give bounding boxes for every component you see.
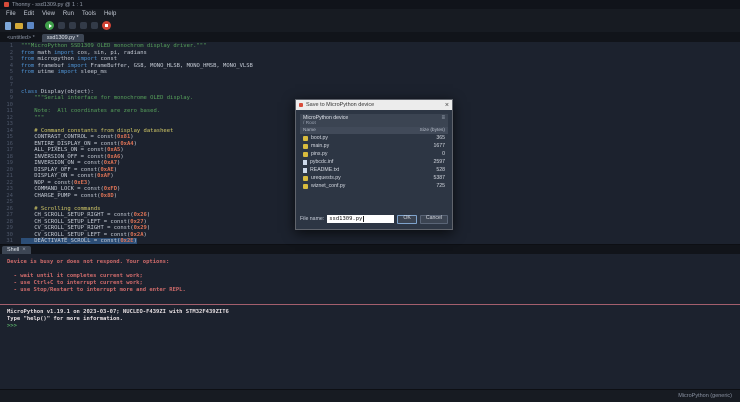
python-file-icon [303,151,308,157]
step-over-icon[interactable] [69,22,76,29]
shell-line: - wait until it completes current work; [7,273,143,279]
column-name: Name [303,128,316,133]
file-name-input[interactable]: ssd1309.py [327,215,395,223]
shell-separator [0,304,740,305]
thonny-dialog-icon [299,103,303,107]
shell-output[interactable]: Device is busy or does not respond. Your… [0,254,740,389]
file-name-label: File name: [300,216,325,222]
file-size: 1677 [433,143,445,149]
python-file-icon [303,135,308,141]
cancel-button[interactable]: Cancel [419,214,448,224]
file-name-value: ssd1309.py [329,216,363,222]
menu-view[interactable]: View [38,11,59,17]
dialog-body: MicroPython device ≡ / Root Name Size (b… [296,110,452,229]
shell-line: - use Ctrl+C to interrupt current work; [7,280,143,286]
separator [38,25,41,26]
shell-tab-bar: Shell × [0,245,740,254]
new-file-icon[interactable] [5,21,11,30]
save-icon[interactable] [27,22,34,29]
file-list: boot.py 365 main.py 1677 pins.py 0 pybcdc.inf 2… [300,134,448,210]
debug-icon[interactable] [58,22,65,29]
file-size: 528 [436,167,445,173]
file-list-header: Name Size (bytes) [300,127,448,134]
file-size: 0 [442,151,445,157]
shell-line: - use Stop/Restart to interrupt more and… [7,287,186,293]
step-out-icon[interactable] [91,22,98,29]
file-icon [303,167,307,173]
window-title: Thonny - ssd1309.py @ 1 : 1 [12,1,83,8]
tab-shell[interactable]: Shell × [2,246,31,254]
python-file-icon [303,175,308,181]
open-folder-icon[interactable] [15,22,23,29]
shell-line: MicroPython v1.19.1 on 2023-03-07; NUCLE… [7,309,229,315]
stop-icon[interactable] [102,21,111,30]
shell-gap [7,294,733,301]
hamburger-menu-icon[interactable]: ≡ [441,115,445,121]
file-name: boot.py [311,135,329,141]
python-file-icon [303,143,308,149]
device-path: / Root [303,121,316,126]
dialog-title: Save to MicroPython device [306,102,375,108]
file-row[interactable]: boot.py 365 [300,134,448,142]
file-name: main.py [311,143,330,149]
file-row[interactable]: pins.py 0 [300,150,448,158]
file-size: 5387 [433,175,445,181]
toolbar [0,19,740,32]
dialog-title-bar: Save to MicroPython device × [296,100,452,110]
file-row[interactable]: pybcdc.inf 2597 [300,158,448,166]
file-icon [303,159,307,165]
file-size: 725 [436,183,445,189]
shell-line: >>> [7,323,17,329]
file-row[interactable]: wiznet_conf.py 725 [300,182,448,190]
menu-file[interactable]: File [2,11,20,17]
file-size: 2597 [433,159,445,165]
tab-untitled[interactable]: <untitled> * [2,34,40,42]
dialog-close-icon[interactable]: × [445,102,449,109]
file-name: wiznet_conf.py [311,183,346,189]
close-icon[interactable]: × [22,247,26,253]
file-name: pybcdc.inf [310,159,334,165]
device-header: MicroPython device ≡ / Root [300,114,448,127]
menu-bar: File Edit View Run Tools Help [0,9,740,19]
file-name: README.txt [310,167,340,173]
shell-line: Type "help()" for more information. [7,316,123,322]
text-caret [363,216,365,222]
menu-edit[interactable]: Edit [20,11,38,17]
column-size: Size (bytes) [419,128,445,133]
python-file-icon [303,183,308,189]
menu-run[interactable]: Run [59,11,78,17]
menu-help[interactable]: Help [100,11,120,17]
interpreter-status[interactable]: MicroPython (generic) [678,393,732,399]
thonny-window: Thonny - ssd1309.py @ 1 : 1 File Edit View… [0,0,740,402]
shell-tab-label: Shell [7,247,20,253]
tab-ssd1309-py[interactable]: ssd1309.py * [41,34,84,42]
save-dialog: Save to MicroPython device × MicroPython… [295,99,453,230]
editor-tab-bar: <untitled> * ssd1309.py * [0,32,740,42]
ok-button[interactable]: OK [397,214,417,224]
file-row[interactable]: urequests.py 5387 [300,174,448,182]
thonny-app-icon [4,2,9,7]
menu-tools[interactable]: Tools [78,11,100,17]
shell-line: Device is busy or does not respond. Your… [7,259,170,265]
file-name: urequests.py [311,175,341,181]
title-bar: Thonny - ssd1309.py @ 1 : 1 [0,0,740,9]
file-size: 365 [436,135,445,141]
status-bar: MicroPython (generic) [0,389,740,402]
file-row[interactable]: main.py 1677 [300,142,448,150]
file-name: pins.py [311,151,328,157]
line-number-gutter: 1 2 3 4 5 6 7 8 9 10 11 12 13 14 15 16 17 18 19 20 21 22 23 24 2… [0,42,16,244]
run-icon[interactable] [45,21,54,30]
file-row[interactable]: README.txt 528 [300,166,448,174]
shell-panel: Shell × Device is busy or does not respo… [0,244,740,389]
step-into-icon[interactable] [80,22,87,29]
dialog-footer: File name: ssd1309.py OK Cancel [300,210,448,225]
